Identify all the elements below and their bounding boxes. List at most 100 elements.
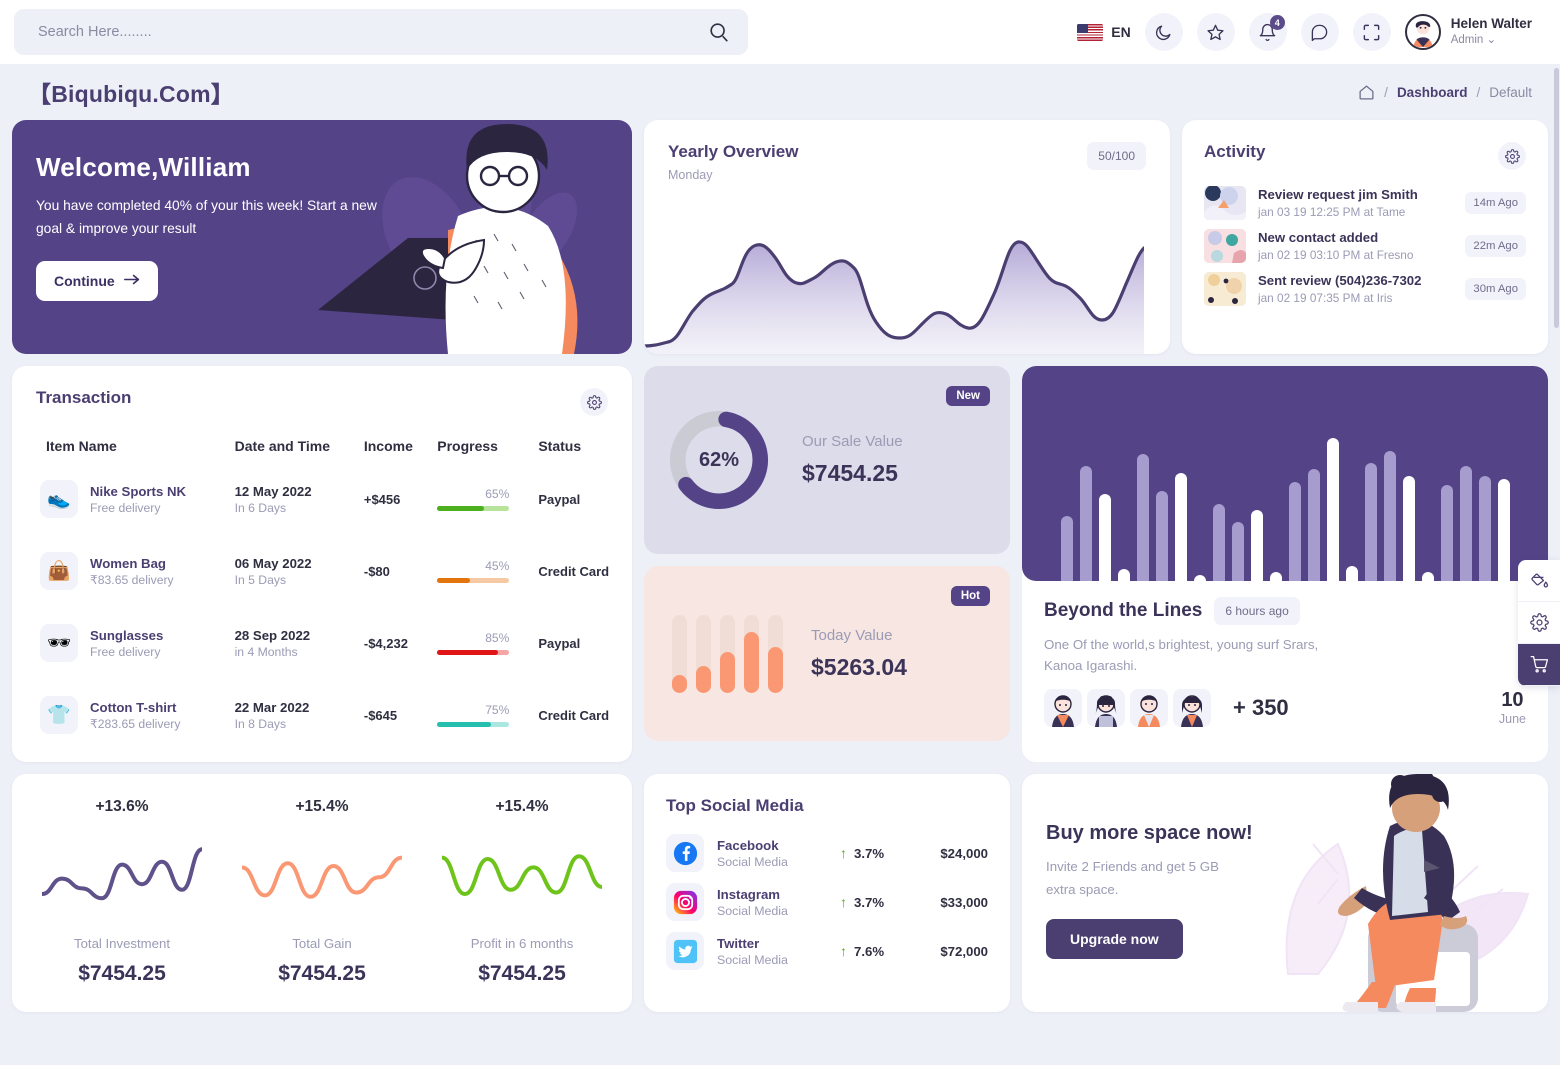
cell-progress: 85% (431, 612, 532, 674)
progress-bar (437, 650, 510, 655)
progress-bar (437, 506, 510, 511)
date-value: 06 May 2022 (234, 555, 312, 571)
list-item[interactable]: Instagram Social Media ↑ 3.7% $33,000 (666, 883, 988, 921)
transaction-title: Transaction (36, 388, 132, 407)
language-selector[interactable]: EN (1077, 23, 1131, 41)
bar (1478, 475, 1491, 581)
activity-item-meta: jan 03 19 12:25 PM at Tame (1258, 205, 1406, 219)
table-row[interactable]: 🕶 Sunglasses Free delivery 28 Sep 2022 in 4 … (12, 612, 632, 674)
bar (1345, 565, 1358, 581)
table-row[interactable]: 👜 Women Bag ₹83.65 delivery 06 May 2022 In 5… (12, 540, 632, 602)
cell-date: 06 May 2022 In 5 Days (229, 540, 358, 602)
stat-block: +15.4% Total Gain $7454.25 (222, 798, 422, 988)
activity-thumbnail (1204, 272, 1246, 306)
transaction-tbody: 👟 Nike Sports NK Free delivery 12 May 2022 I… (12, 468, 632, 746)
cell-item-name: 🕶 Sunglasses Free delivery (12, 612, 229, 674)
facebook-icon (666, 834, 704, 872)
beyond-footer: + 350 10 June (1044, 688, 1526, 727)
profit-6-months-sparkline (442, 854, 602, 896)
breadcrumb: / Dashboard / Default (1358, 84, 1532, 101)
welcome-illustration (318, 124, 578, 354)
upgrade-button[interactable]: Upgrade now (1046, 919, 1183, 960)
continue-label: Continue (54, 272, 115, 289)
continue-button[interactable]: Continue (36, 260, 158, 301)
moon-icon[interactable] (1144, 13, 1183, 51)
transaction-table: Item Name Date and Time Income Progress … (12, 432, 632, 746)
avatar-group (1044, 688, 1211, 727)
cell-progress: 65% (431, 468, 532, 530)
activity-item[interactable]: Review request jim Smith jan 03 19 12:25… (1204, 186, 1526, 220)
list-item[interactable]: Facebook Social Media ↑ 3.7% $24,000 (666, 834, 988, 872)
stat-block: +13.6% Total Investment $7454.25 (22, 798, 222, 988)
activity-item-title: New contact added (1258, 230, 1379, 245)
chevron-down-icon[interactable]: ⌄ (1487, 34, 1497, 46)
cell-date: 28 Sep 2022 in 4 Months (229, 612, 358, 674)
date-eta: In 8 Days (234, 716, 287, 731)
activity-card: Activity Review request jim Smith jan 03… (1182, 120, 1548, 354)
beyond-bar-chart (1022, 366, 1548, 581)
activity-item[interactable]: New contact added jan 02 19 03:10 PM at … (1204, 229, 1526, 263)
avatar (1404, 14, 1441, 50)
social-change: 3.7% (854, 845, 885, 861)
plus-count: + 350 (1233, 694, 1289, 720)
stat-percent: +15.4% (495, 798, 549, 815)
star-icon[interactable] (1196, 13, 1235, 51)
home-icon[interactable] (1358, 84, 1375, 101)
social-amount: $24,000 (940, 845, 988, 861)
search-bar[interactable] (14, 9, 748, 55)
item-name: Women Bag (90, 555, 166, 571)
dashboard-content: Welcome,William You have completed 40% o… (0, 120, 1560, 1012)
gear-icon[interactable] (1518, 602, 1560, 644)
user-menu[interactable]: Helen Walter Admin ⌄ (1404, 14, 1532, 50)
sale-donut-chart: 62% (664, 405, 774, 515)
bar (1193, 574, 1206, 581)
table-row-separator (12, 674, 632, 684)
table-row[interactable]: 👟 Nike Sports NK Free delivery 12 May 2022 I… (12, 468, 632, 530)
stat-value: $7454.25 (278, 962, 366, 985)
item-name: Cotton T-shirt (90, 699, 177, 715)
cell-status: Credit Card (538, 563, 610, 579)
cart-icon[interactable] (1518, 644, 1560, 686)
paint-bucket-icon[interactable] (1518, 560, 1560, 602)
cell-status: Credit Card (538, 707, 610, 723)
item-name: Nike Sports NK (90, 483, 186, 499)
chat-icon[interactable] (1300, 13, 1339, 51)
sale-value: $7454.25 (802, 460, 898, 486)
bar (1307, 469, 1320, 581)
bar (1402, 475, 1415, 581)
date-value: 12 May 2022 (234, 483, 312, 499)
gear-icon[interactable] (580, 388, 608, 416)
yearly-title: Yearly Overview (668, 142, 799, 161)
date-eta: In 6 Days (234, 500, 287, 515)
item-delivery: Free delivery (90, 644, 161, 659)
search-icon[interactable] (708, 21, 730, 43)
scrollbar-thumb[interactable] (1554, 68, 1559, 328)
bell-icon[interactable]: 4 (1248, 13, 1287, 51)
gear-icon[interactable] (1498, 142, 1526, 170)
list-item[interactable]: Twitter Social Media ↑ 7.6% $72,000 (666, 932, 988, 970)
table-row[interactable]: 👕 Cotton T-shirt ₹283.65 delivery 22 Mar 20… (12, 684, 632, 746)
date-value: 22 Mar 2022 (234, 699, 310, 715)
fullscreen-icon[interactable] (1352, 13, 1391, 51)
social-change: 7.6% (854, 943, 885, 959)
transaction-header: Transaction (12, 388, 632, 416)
col-status: Status (538, 438, 582, 454)
date-eta: In 5 Days (234, 572, 287, 587)
buy-illustration (1285, 774, 1530, 1012)
bar (1364, 463, 1377, 581)
bar (696, 614, 711, 693)
bar (1288, 481, 1301, 581)
today-caption: Today Value (811, 626, 893, 644)
progress-fill (437, 650, 499, 655)
table-header-row: Item Name Date and Time Income Progress … (12, 432, 632, 468)
bar (1098, 494, 1111, 581)
breadcrumb-dashboard[interactable]: Dashboard (1397, 85, 1468, 100)
stat-percent: +15.4% (295, 798, 349, 815)
bar (1459, 466, 1472, 581)
social-name: Instagram (717, 886, 781, 902)
date-value: 28 Sep 2022 (234, 627, 311, 643)
search-input[interactable] (38, 24, 708, 40)
arrow-up-icon: ↑ (840, 845, 847, 861)
social-sub: Social Media (717, 854, 788, 869)
activity-item[interactable]: Sent review (504)236-7302 jan 02 19 07:3… (1204, 272, 1526, 306)
